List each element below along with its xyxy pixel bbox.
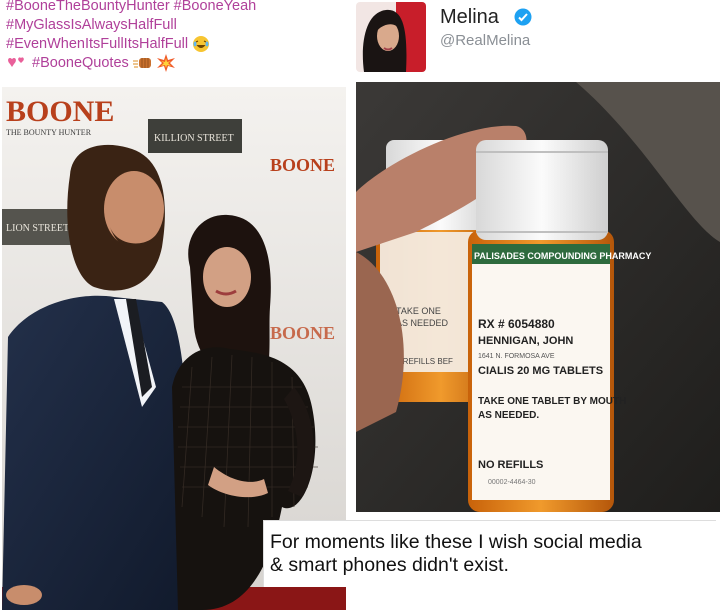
caption-text: For moments like these I wish social med… [270,531,716,577]
rx-number: RX # 6054880 [478,317,555,331]
hashtag-line[interactable]: #BooneQuotes [32,55,129,71]
caption-line: & smart phones didn't exist. [270,554,509,576]
caption-box: For moments like these I wish social med… [263,520,716,587]
hashtag-line[interactable]: #MyGlassIsAlwaysHalfFull [6,16,346,35]
ndc-code: 00002-4464-30 [488,479,536,486]
display-name[interactable]: Melina [440,6,499,29]
fist-bump-icon [132,58,151,69]
caption-line: For moments like these I wish social med… [270,531,642,553]
bottle-back-label: 1 REFILLS BEF [396,357,453,366]
user-handle[interactable]: @RealMelina [440,32,530,49]
drug-name: CIALIS 20 MG TABLETS [478,365,603,377]
collision-icon [156,54,175,73]
two-hearts-icon [8,57,24,68]
bottle-back-label: TAKE ONE [396,306,441,316]
patient-name: HENNIGAN, JOHN [478,335,573,347]
hashtag-line-with-emoji: #EvenWhenItsFullItsHalfFull [6,35,346,54]
sponsor-sign: LION STREET [6,223,69,234]
sponsor-sign: KILLION STREET [154,133,234,144]
pharmacy-name: PALISADES COMPOUNDING PHARMACY [474,251,651,261]
pharmacy-address: 1641 N. FORMOSA AVE [478,353,555,360]
hashtag-line-with-emoji: #BooneQuotes [6,54,346,73]
dosage-instructions: AS NEEDED. [478,410,539,421]
dosage-instructions: TAKE ONE TABLET BY MOUTH [478,396,626,407]
pill-bottle-photo: TAKE ONE AS NEEDED 1 REFILLS BEF PALISAD… [356,82,720,512]
laughing-emoji-icon [193,36,210,53]
boone-logo: BOONE [270,155,335,175]
hashtag-block: #BooneTheBountyHunter #BooneYeah #MyGlas… [6,0,346,73]
boone-logo: BOONE [270,323,335,343]
verified-badge-icon [514,8,532,26]
boone-logo: BOONE [6,95,114,128]
hashtag-line[interactable]: #BooneTheBountyHunter #BooneYeah [6,0,346,16]
hashtag-line[interactable]: #EvenWhenItsFullItsHalfFull [6,36,188,52]
bottle-back-label: AS NEEDED [396,318,449,328]
tweet-header: Melina @RealMelina [352,0,720,78]
refill-count: NO REFILLS [478,459,543,471]
avatar[interactable] [356,2,426,72]
boone-tagline: THE BOUNTY HUNTER [6,128,92,137]
